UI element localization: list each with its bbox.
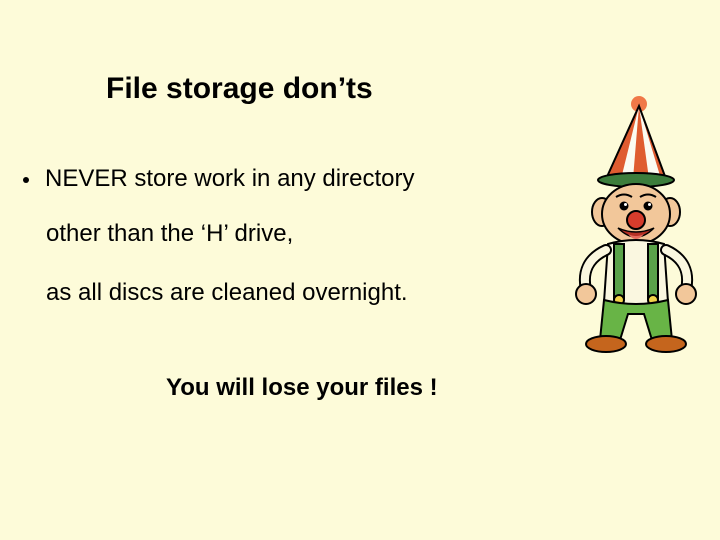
clown-character-icon	[536, 94, 716, 354]
bullet-dot-icon	[23, 177, 29, 183]
bullet-line-2: other than the ‘H’ drive,	[46, 220, 293, 248]
bullet-item: NEVER store work in any directory	[23, 165, 414, 193]
slide-title: File storage don’ts	[106, 72, 373, 106]
warning-text: You will lose your files !	[166, 374, 438, 402]
bullet-line-3: as all discs are cleaned overnight.	[46, 279, 408, 307]
bullet-line-1: NEVER store work in any directory	[45, 165, 414, 193]
